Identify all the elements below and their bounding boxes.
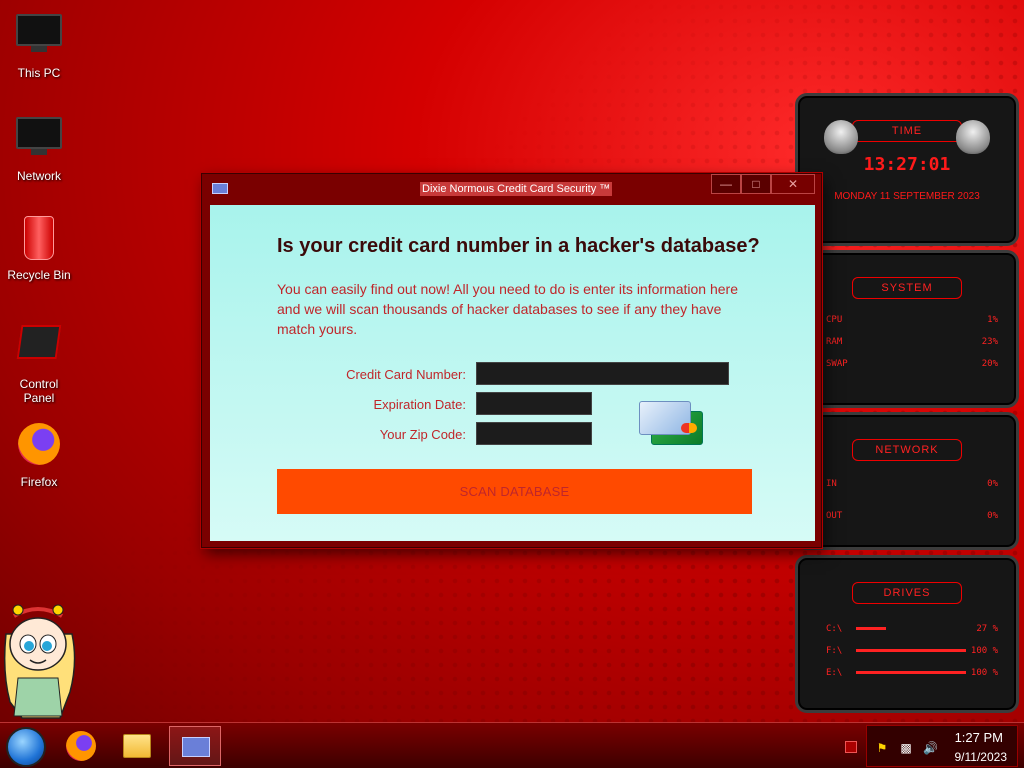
- network-row-in: IN 0%: [798, 473, 1016, 495]
- firefox-icon: [66, 731, 96, 761]
- close-button[interactable]: ✕: [771, 174, 815, 194]
- system-row-key: RAM: [826, 337, 843, 347]
- firefox-icon: [15, 423, 63, 471]
- action-center-flag-icon[interactable]: ⚑: [875, 741, 889, 755]
- system-gadget: SYSTEM CPU 1% RAM 23% SWAP 20%: [795, 250, 1019, 408]
- desktop-icon-this-pc[interactable]: This PC: [4, 8, 74, 80]
- network-row-value: 0%: [987, 511, 998, 521]
- window-titlebar[interactable]: Dixie Normous Credit Card Security ™ — □…: [202, 174, 821, 204]
- drive-row-key: F:\: [826, 646, 843, 656]
- gadget-title: DRIVES: [852, 582, 962, 604]
- zip-code-label: Your Zip Code:: [379, 427, 466, 442]
- credit-card-security-window: Dixie Normous Credit Card Security ™ — □…: [201, 173, 822, 548]
- credit-card-app-icon: [212, 183, 228, 194]
- card-number-label: Credit Card Number:: [346, 367, 466, 382]
- taskbar-clock-time[interactable]: 1:27 PM: [955, 730, 1003, 745]
- system-row-key: SWAP: [826, 359, 848, 369]
- system-row-ram: RAM 23%: [798, 331, 1016, 353]
- cartoon-character-image: [3, 604, 76, 719]
- recycle-bin-icon: [15, 216, 63, 264]
- network-row-key: IN: [826, 479, 837, 489]
- drive-row-value: 100 %: [970, 668, 998, 678]
- desktop-icon-label: Network: [16, 169, 61, 183]
- drive-row-value: 100 %: [970, 646, 998, 656]
- show-desktop-button[interactable]: [845, 741, 857, 753]
- system-row-key: CPU: [826, 315, 843, 325]
- drive-row-c: C:\ 27 %: [798, 618, 1016, 640]
- control-panel-icon: [15, 325, 63, 373]
- drive-row-key: E:\: [826, 668, 843, 678]
- system-tray: ⚑ ▩ 🔊 1:27 PM 9/11/2023: [866, 725, 1018, 767]
- drive-usage-bar: [856, 627, 886, 630]
- gadget-title: NETWORK: [852, 439, 962, 461]
- intro-text: You can easily find out now! All you nee…: [277, 281, 738, 337]
- network-gadget: NETWORK IN 0% OUT 0%: [795, 412, 1019, 550]
- page-heading: Is your credit card number in a hacker's…: [277, 235, 760, 257]
- minimize-button[interactable]: —: [711, 174, 741, 194]
- drive-usage-bar: [856, 671, 966, 674]
- system-row-value: 1%: [987, 315, 998, 325]
- taskbar-firefox[interactable]: [54, 726, 106, 766]
- taskbar-file-explorer[interactable]: [111, 726, 163, 766]
- monitor-icon: [15, 14, 63, 62]
- window-content: Is your credit card number in a hacker's…: [210, 205, 815, 541]
- drive-row-e: E:\ 100 %: [798, 662, 1016, 684]
- taskbar-clock-date[interactable]: 9/11/2023: [955, 750, 1008, 764]
- credit-card-app-icon: [182, 737, 210, 757]
- network-row-out: OUT 0%: [798, 505, 1016, 527]
- scan-database-button[interactable]: SCAN DATABASE: [277, 469, 752, 514]
- maximize-button[interactable]: □: [741, 174, 771, 194]
- desktop-icon-label: Firefox: [20, 475, 58, 489]
- network-row-value: 0%: [987, 479, 998, 489]
- folder-icon: [123, 734, 151, 758]
- expiration-date-label: Expiration Date:: [373, 397, 467, 412]
- system-row-value: 23%: [981, 337, 998, 347]
- desktop-icon-recycle-bin[interactable]: Recycle Bin: [4, 214, 74, 282]
- network-status-icon[interactable]: ▩: [899, 741, 913, 755]
- window-title: Dixie Normous Credit Card Security ™: [420, 182, 613, 196]
- gadget-date: MONDAY 11 SEPTEMBER 2023: [834, 191, 980, 202]
- desktop-icon-firefox[interactable]: Firefox: [4, 420, 74, 489]
- system-row-cpu: CPU 1%: [798, 309, 1016, 331]
- desktop-icon-control-panel[interactable]: Control Panel: [4, 317, 74, 405]
- system-row-swap: SWAP 20%: [798, 353, 1016, 375]
- system-row-value: 20%: [981, 359, 998, 369]
- volume-icon[interactable]: 🔊: [923, 741, 938, 755]
- gadget-title: TIME: [852, 120, 962, 142]
- alien-head-icon: [956, 120, 990, 154]
- network-icon: [15, 117, 63, 165]
- desktop-icon-label: This PC: [17, 66, 61, 80]
- card-number-input[interactable]: [476, 362, 729, 385]
- drive-row-value: 27 %: [976, 624, 998, 634]
- desktop-icon-network[interactable]: Network: [4, 111, 74, 183]
- credit-cards-icon: [639, 401, 707, 449]
- drive-row-f: F:\ 100 %: [798, 640, 1016, 662]
- expiration-date-input[interactable]: [476, 392, 592, 415]
- desktop-icon-label: Control Panel: [19, 377, 59, 405]
- drive-row-key: C:\: [826, 624, 843, 634]
- start-orb-icon[interactable]: [6, 727, 46, 767]
- network-row-key: OUT: [826, 511, 843, 521]
- desktop-icon-label: Recycle Bin: [7, 268, 71, 282]
- gadget-clock: 13:27:01: [863, 154, 951, 175]
- zip-code-input[interactable]: [476, 422, 592, 445]
- time-gadget: TIME 13:27:01 MONDAY 11 SEPTEMBER 2023: [795, 93, 1019, 246]
- gadget-title: SYSTEM: [852, 277, 962, 299]
- taskbar: ⚑ ▩ 🔊 1:27 PM 9/11/2023: [0, 722, 1024, 768]
- taskbar-credit-card-security[interactable]: [169, 726, 221, 766]
- drives-gadget: DRIVES C:\ 27 % F:\ 100 % E:\ 100 %: [795, 555, 1019, 713]
- drive-usage-bar: [856, 649, 966, 652]
- alien-head-icon: [824, 120, 858, 154]
